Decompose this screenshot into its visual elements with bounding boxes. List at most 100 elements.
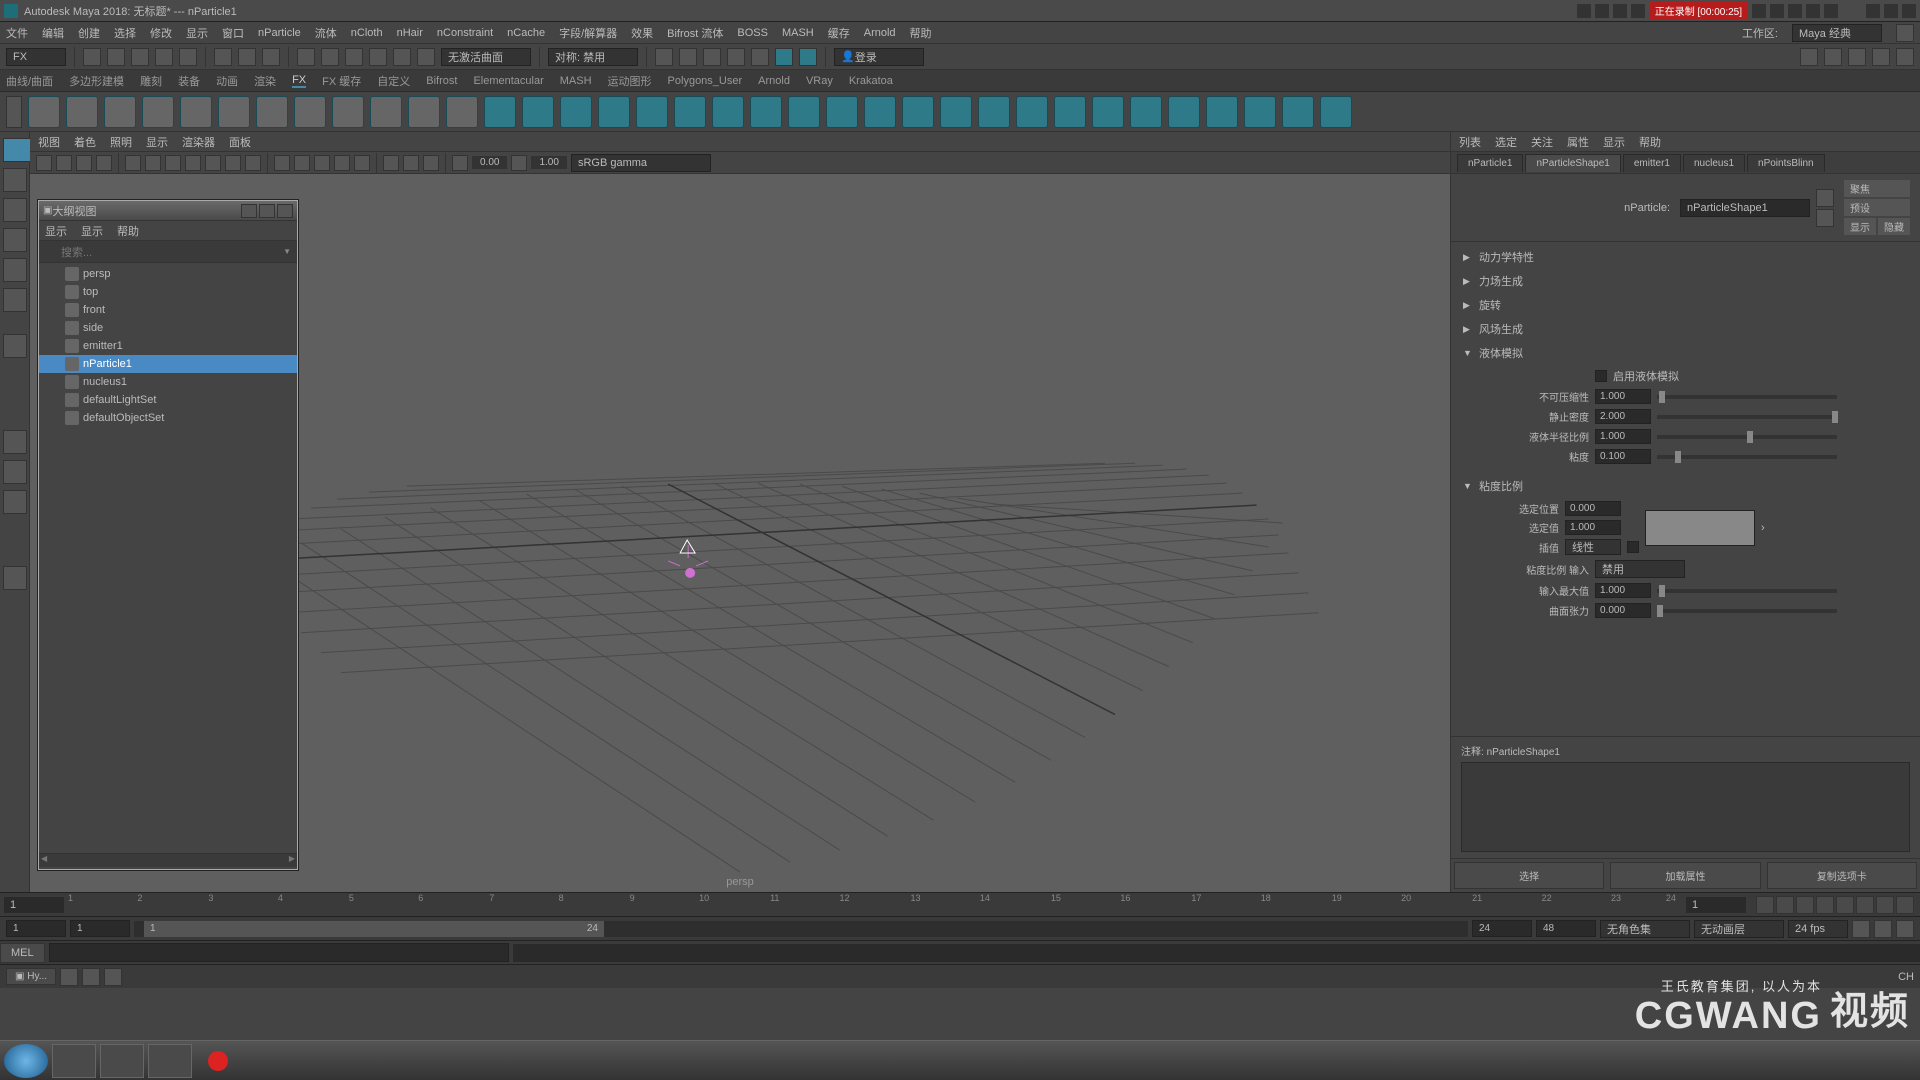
presets-button[interactable]: 预设 xyxy=(1844,199,1910,216)
menu-ncache[interactable]: nCache xyxy=(507,27,545,39)
move-tool[interactable] xyxy=(3,228,27,252)
vp-imgplane-icon[interactable] xyxy=(96,155,112,171)
live-surface-display[interactable]: 无激活曲面 xyxy=(441,48,531,66)
workspace-dropdown[interactable]: Maya 经典 xyxy=(1792,24,1882,42)
selected-value-field[interactable] xyxy=(1565,520,1621,535)
vp-menu-panels[interactable]: 面板 xyxy=(229,134,251,150)
undo-icon[interactable] xyxy=(155,48,173,66)
shelf-tab-fxcache[interactable]: FX 缓存 xyxy=(322,73,361,89)
new-scene-icon[interactable] xyxy=(83,48,101,66)
go-end-icon[interactable] xyxy=(1896,896,1914,914)
current-frame-left[interactable]: 1 xyxy=(4,897,64,913)
vp-field-chart-icon[interactable] xyxy=(205,155,221,171)
shelf-tab-elementacular[interactable]: Elementacular xyxy=(473,75,543,87)
symmetry-dropdown[interactable]: 对称: 禁用 xyxy=(548,48,638,66)
menu-boss[interactable]: BOSS xyxy=(737,27,768,39)
menu-edit[interactable]: 编辑 xyxy=(42,25,64,41)
play-forward-icon[interactable] xyxy=(1836,896,1854,914)
radius-scale-field[interactable] xyxy=(1595,429,1651,444)
pause-icon[interactable] xyxy=(799,48,817,66)
scale-tool[interactable] xyxy=(3,288,27,312)
focus-button[interactable]: 聚焦 xyxy=(1844,180,1910,197)
time-slider[interactable]: 1 1 2 3 4 5 6 7 8 9 10 11 12 13 14 15 16… xyxy=(0,892,1920,916)
vp-cam-attr-icon[interactable] xyxy=(56,155,72,171)
shelf-curve4-icon[interactable] xyxy=(218,96,250,128)
attr-tab-emitter1[interactable]: emitter1 xyxy=(1623,154,1681,172)
outliner-close-icon[interactable] xyxy=(277,204,293,218)
attr-tab-nparticleshape1[interactable]: nParticleShape1 xyxy=(1525,154,1620,172)
start-button[interactable] xyxy=(4,1044,48,1078)
shelf-pipe-icon[interactable] xyxy=(788,96,820,128)
snap-grid-icon[interactable] xyxy=(297,48,315,66)
construction-history-icon[interactable] xyxy=(655,48,673,66)
layout-single[interactable] xyxy=(3,430,27,454)
shelf-circle-icon[interactable] xyxy=(28,96,60,128)
minimize-icon[interactable] xyxy=(1866,4,1880,18)
tool-settings-icon[interactable] xyxy=(1872,48,1890,66)
shelf-tab-polyuser[interactable]: Polygons_User xyxy=(668,75,743,87)
shelf-curve5-icon[interactable] xyxy=(256,96,288,128)
character-set-dropdown[interactable]: 无角色集 xyxy=(1600,920,1690,938)
attr-menu-show[interactable]: 显示 xyxy=(1603,134,1625,150)
surface-tension-field[interactable] xyxy=(1595,603,1651,618)
vp-menu-renderer[interactable]: 渲染器 xyxy=(182,134,215,150)
shelf-crease3-icon[interactable] xyxy=(1168,96,1200,128)
close-icon[interactable] xyxy=(1902,4,1916,18)
shelf-tab-custom[interactable]: 自定义 xyxy=(377,73,410,89)
outliner-tree[interactable]: persp top front side emitter1 nParticle1… xyxy=(39,263,297,853)
vp-menu-shading[interactable]: 着色 xyxy=(74,134,96,150)
interp-dropdown[interactable]: 线性 xyxy=(1565,539,1621,555)
lasso-icon[interactable] xyxy=(238,48,256,66)
outliner-item-emitter1[interactable]: emitter1 xyxy=(39,337,297,355)
shelf-tab-curves[interactable]: 曲线/曲面 xyxy=(6,73,53,89)
viscosity-ramp[interactable] xyxy=(1645,510,1755,546)
shelf-soccer-icon[interactable] xyxy=(902,96,934,128)
shelf-tab-anim[interactable]: 动画 xyxy=(216,73,238,89)
vp-isolate-icon[interactable] xyxy=(383,155,399,171)
explorer-icon[interactable] xyxy=(52,1044,96,1078)
vp-texture-icon[interactable] xyxy=(314,155,330,171)
fps-dropdown[interactable]: 24 fps xyxy=(1788,920,1848,938)
shelf-tab-motion[interactable]: 运动图形 xyxy=(608,73,652,89)
shelf-svg-icon[interactable] xyxy=(1016,96,1048,128)
attr-editor-icon[interactable] xyxy=(1848,48,1866,66)
section-force-gen[interactable]: ▶力场生成 xyxy=(1459,270,1912,292)
pencil-icon[interactable] xyxy=(1752,4,1766,18)
record-indicator-icon[interactable] xyxy=(196,1044,240,1078)
vp-safe-action-icon[interactable] xyxy=(225,155,241,171)
module-selector[interactable]: FX xyxy=(6,48,66,66)
expand-icon[interactable] xyxy=(1631,4,1645,18)
render-icon[interactable] xyxy=(679,48,697,66)
attr-menu-selected[interactable]: 选定 xyxy=(1495,134,1517,150)
menu-effects[interactable]: 效果 xyxy=(631,25,653,41)
vp-gamma-value[interactable]: 1.00 xyxy=(531,156,566,169)
help-btn2-icon[interactable] xyxy=(82,968,100,986)
shelf-curve3-icon[interactable] xyxy=(180,96,212,128)
rotate-tool[interactable] xyxy=(3,258,27,282)
notes-field[interactable] xyxy=(1461,762,1910,852)
shelf-gear-icon[interactable] xyxy=(864,96,896,128)
shelf-tab-poly[interactable]: 多边形建模 xyxy=(69,73,124,89)
attr-tab-nucleus1[interactable]: nucleus1 xyxy=(1683,154,1745,172)
menu-nparticle[interactable]: nParticle xyxy=(258,27,301,39)
section-liquid-sim[interactable]: ▼液体模拟 xyxy=(1459,342,1912,364)
shelf-curve8-icon[interactable] xyxy=(370,96,402,128)
square-icon[interactable] xyxy=(1595,4,1609,18)
workspace-save-icon[interactable] xyxy=(1896,24,1914,42)
outliner-toggle[interactable] xyxy=(3,566,27,590)
snap-toggle-icon[interactable] xyxy=(417,48,435,66)
menu-ncloth[interactable]: nCloth xyxy=(351,27,383,39)
shelf-tab-rig[interactable]: 装备 xyxy=(178,73,200,89)
menu-nhair[interactable]: nHair xyxy=(397,27,423,39)
menu-modify[interactable]: 修改 xyxy=(150,25,172,41)
shelf-type-icon[interactable] xyxy=(1054,96,1086,128)
x-icon[interactable] xyxy=(1824,4,1838,18)
vp-shaded-icon[interactable] xyxy=(294,155,310,171)
vp-wireframe-icon[interactable] xyxy=(274,155,290,171)
viscosity-input-dropdown[interactable]: 禁用 xyxy=(1595,560,1685,578)
enable-liquid-checkbox[interactable] xyxy=(1595,370,1607,382)
vp-exposure-value[interactable]: 0.00 xyxy=(472,156,507,169)
shelf-crease1-icon[interactable] xyxy=(1092,96,1124,128)
shelf-tab-krakatoa[interactable]: Krakatoa xyxy=(849,75,893,87)
help-btn1-icon[interactable] xyxy=(60,968,78,986)
